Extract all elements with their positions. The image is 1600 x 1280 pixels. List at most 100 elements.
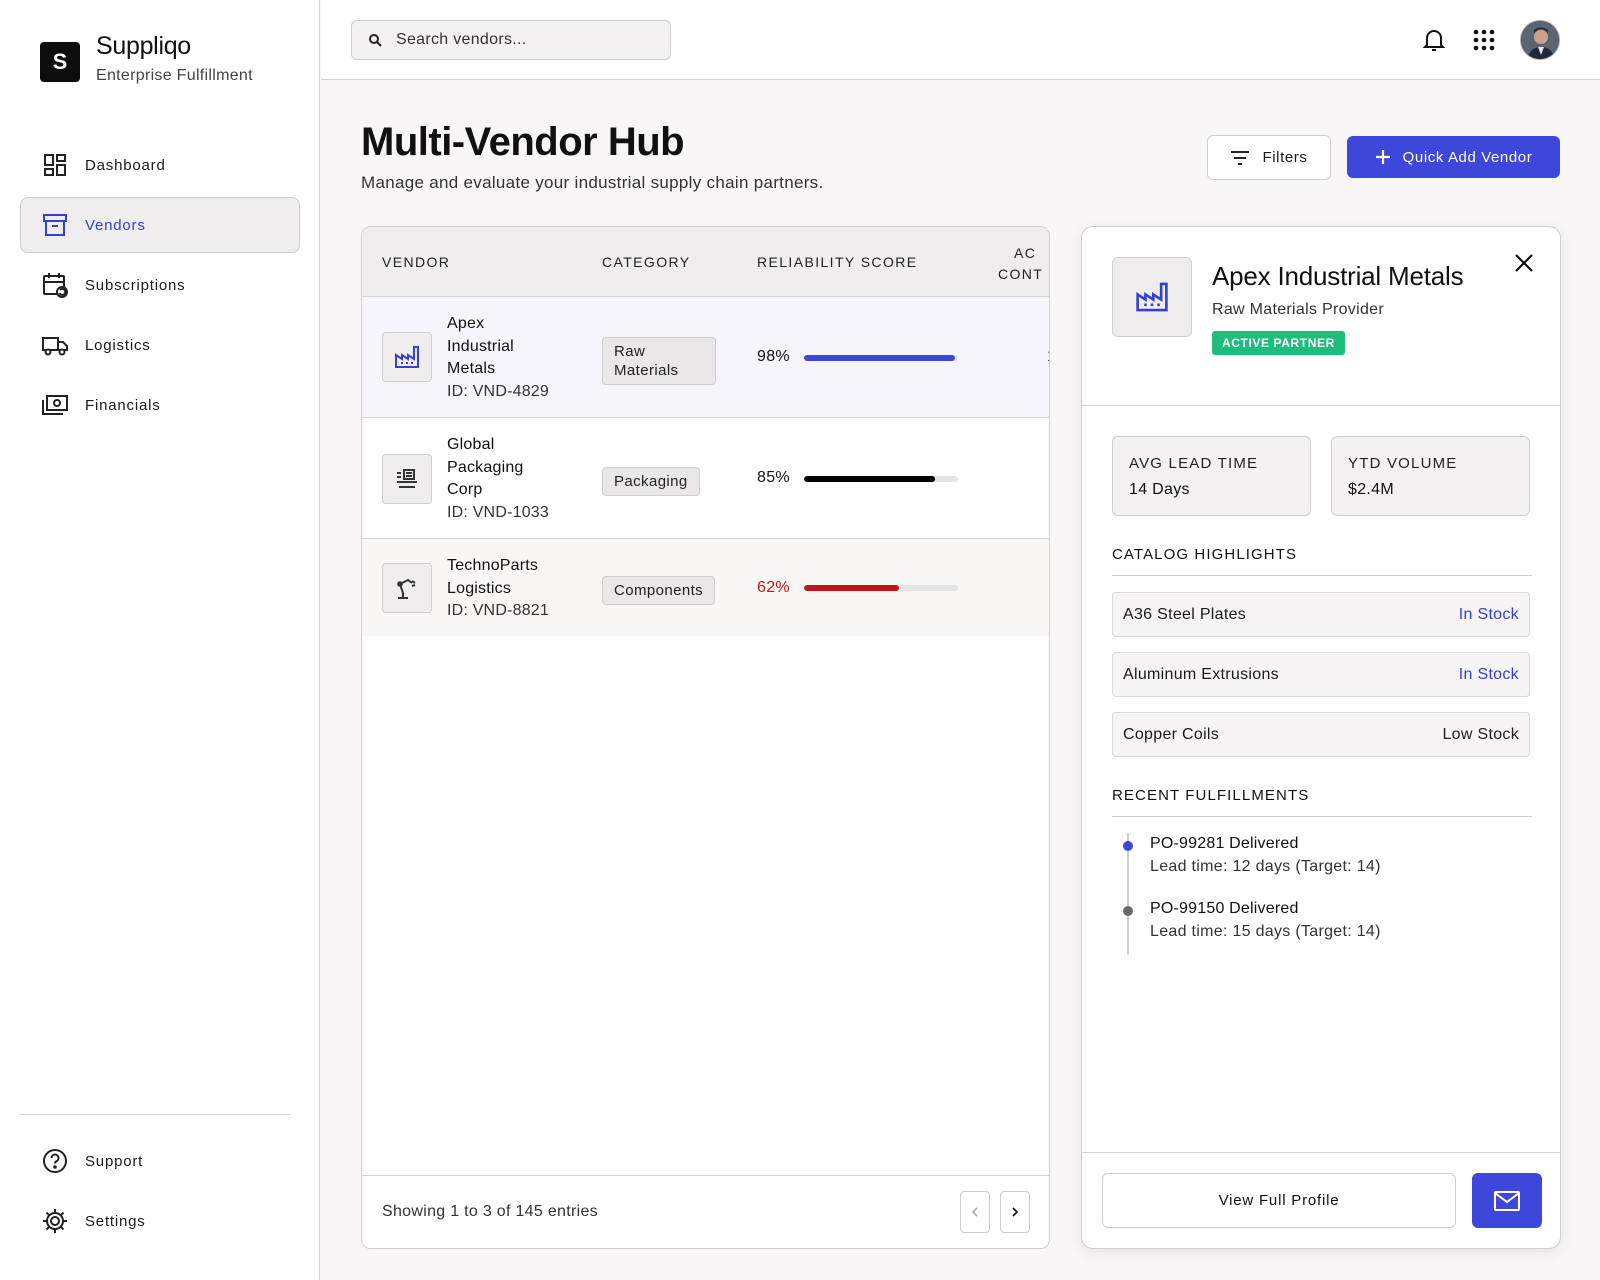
catalog-item-name: A36 Steel Plates — [1123, 605, 1247, 623]
sidebar-item-vendors[interactable]: Vendors — [20, 197, 300, 253]
column-header-category[interactable]: CATEGORY — [602, 254, 690, 270]
table-row[interactable]: Global Packaging Corp ID: VND-1033 Packa… — [362, 418, 1049, 539]
catalog-item-name: Aluminum Extrusions — [1123, 665, 1279, 683]
sidebar-bottom-nav: Support Settings — [20, 1133, 300, 1253]
brand[interactable]: S Suppliqo Enterprise Fulfillment — [40, 32, 253, 85]
column-header-reliability[interactable]: RELIABILITY SCORE — [757, 254, 917, 270]
sidebar-item-label: Subscriptions — [85, 276, 186, 294]
vendor-table: VENDOR CATEGORY RELIABILITY SCORE AC CONT… — [361, 226, 1050, 1249]
sidebar-item-support[interactable]: Support — [20, 1133, 300, 1189]
factory-icon — [1136, 282, 1168, 312]
quick-add-label: Quick Add Vendor — [1402, 148, 1533, 166]
column-header-active-contracts[interactable]: AC CONT — [998, 243, 1043, 285]
table-row[interactable]: Apex Industrial Metals ID: VND-4829 Raw … — [362, 297, 1049, 418]
reliability-bar — [804, 585, 958, 591]
reliability-bar-fill — [804, 476, 935, 482]
detail-footer: View Full Profile — [1082, 1152, 1560, 1248]
stat-value: 14 Days — [1129, 481, 1190, 498]
sidebar-item-logistics[interactable]: Logistics — [20, 317, 300, 373]
reliability-score: 98% — [757, 348, 790, 365]
table-row[interactable]: TechnoParts Logistics ID: VND-8821 Compo… — [362, 539, 1049, 636]
email-vendor-button[interactable] — [1472, 1173, 1542, 1228]
dashboard-icon — [44, 154, 66, 176]
sidebar-item-financials[interactable]: Financials — [20, 377, 300, 433]
reliability-bar — [804, 355, 958, 361]
truck-icon — [42, 337, 68, 356]
recent-fulfillments-title: RECENT FULFILLMENTS — [1112, 787, 1532, 817]
catalog-item-name: Copper Coils — [1123, 725, 1220, 743]
pagination-next-button[interactable] — [1000, 1191, 1030, 1233]
catalog-item[interactable]: A36 Steel Plates In Stock — [1112, 592, 1530, 637]
column-header-vendor[interactable]: VENDOR — [382, 254, 450, 270]
brand-name: Suppliqo — [96, 32, 191, 60]
user-avatar-image — [1521, 21, 1559, 59]
vendor-name[interactable]: Apex Industrial Metals ID: VND-4829 — [447, 313, 577, 403]
vendor-id: ID: VND-8821 — [447, 602, 549, 619]
category-tag: Components — [602, 576, 716, 605]
vendor-name[interactable]: Global Packaging Corp ID: VND-1033 — [447, 434, 577, 524]
packaging-machine-icon — [397, 469, 417, 488]
plus-icon — [1375, 150, 1390, 164]
vendor-avatar — [382, 454, 432, 504]
view-full-profile-button[interactable]: View Full Profile — [1102, 1173, 1456, 1228]
stat-ytd-volume: YTD VOLUME $2.4M — [1331, 436, 1530, 516]
page-title: Multi-Vendor Hub — [361, 120, 685, 164]
status-badge: ACTIVE PARTNER — [1212, 331, 1345, 355]
sidebar-item-label: Financials — [85, 396, 161, 414]
sidebar-item-label: Settings — [85, 1212, 146, 1230]
stat-label: AVG LEAD TIME — [1129, 455, 1259, 472]
avatar[interactable] — [1520, 20, 1560, 60]
catalog-item[interactable]: Copper Coils Low Stock — [1112, 712, 1530, 757]
sidebar-item-subscriptions[interactable]: Subscriptions — [20, 257, 300, 313]
search-icon — [369, 34, 382, 47]
detail-title: Apex Industrial Metals — [1212, 261, 1464, 291]
bell-icon — [1422, 30, 1446, 51]
factory-icon — [395, 346, 419, 368]
mail-icon — [1494, 1190, 1520, 1211]
catalog-item[interactable]: Aluminum Extrusions In Stock — [1112, 652, 1530, 697]
category-tag: Packaging — [602, 467, 700, 496]
reliability-bar — [804, 476, 958, 482]
detail-subtitle: Raw Materials Provider — [1212, 301, 1384, 318]
quick-add-vendor-button[interactable]: Quick Add Vendor — [1347, 136, 1560, 178]
detail-header: Apex Industrial Metals Raw Materials Pro… — [1082, 227, 1560, 406]
vendor-avatar — [382, 332, 432, 382]
catalog-item-status: Low Stock — [1442, 725, 1519, 743]
sidebar-item-label: Vendors — [85, 216, 146, 234]
sidebar: S Suppliqo Enterprise Fulfillment Dashbo… — [0, 0, 320, 1280]
chevron-right-icon — [1012, 1207, 1019, 1217]
brand-logo: S — [40, 41, 80, 82]
catalog-item-status: In Stock — [1458, 605, 1519, 623]
fulfillment-title: PO-99281 Delivered — [1150, 835, 1299, 852]
vendor-name[interactable]: TechnoParts Logistics ID: VND-8821 — [447, 555, 577, 623]
catalog-highlights-title: CATALOG HIGHLIGHTS — [1112, 546, 1532, 576]
help-icon — [43, 1149, 67, 1173]
sidebar-item-label: Support — [85, 1152, 144, 1170]
close-icon — [1515, 254, 1533, 272]
timeline-dot — [1123, 841, 1133, 851]
reliability-bar-fill — [804, 355, 955, 361]
reliability-score: 85% — [757, 469, 790, 486]
filters-button[interactable]: Filters — [1207, 135, 1331, 180]
category-tag: Raw Materials — [602, 337, 716, 385]
vendor-id: ID: VND-4829 — [447, 382, 549, 400]
sidebar-item-dashboard[interactable]: Dashboard — [20, 137, 300, 193]
reliability-bar-fill — [804, 585, 900, 591]
search-box[interactable] — [351, 20, 671, 60]
apps-button[interactable] — [1470, 26, 1498, 54]
active-contracts-value: 1 — [1047, 348, 1049, 366]
stat-label: YTD VOLUME — [1348, 455, 1458, 472]
search-input[interactable] — [396, 31, 646, 49]
vendor-detail-panel: Apex Industrial Metals Raw Materials Pro… — [1081, 226, 1561, 1249]
notifications-button[interactable] — [1420, 26, 1448, 54]
close-panel-button[interactable] — [1512, 251, 1536, 275]
money-icon — [42, 395, 68, 415]
sidebar-item-settings[interactable]: Settings — [20, 1193, 300, 1249]
vendor-id: ID: VND-1033 — [447, 503, 549, 521]
pagination-prev-button[interactable] — [960, 1191, 990, 1233]
pagination-info: Showing 1 to 3 of 145 entries — [382, 1203, 598, 1220]
fulfillment-detail: Lead time: 15 days (Target: 14) — [1150, 923, 1381, 940]
timeline-dot — [1123, 906, 1133, 916]
reliability-score: 62% — [757, 579, 790, 596]
calendar-refresh-icon — [43, 273, 68, 298]
